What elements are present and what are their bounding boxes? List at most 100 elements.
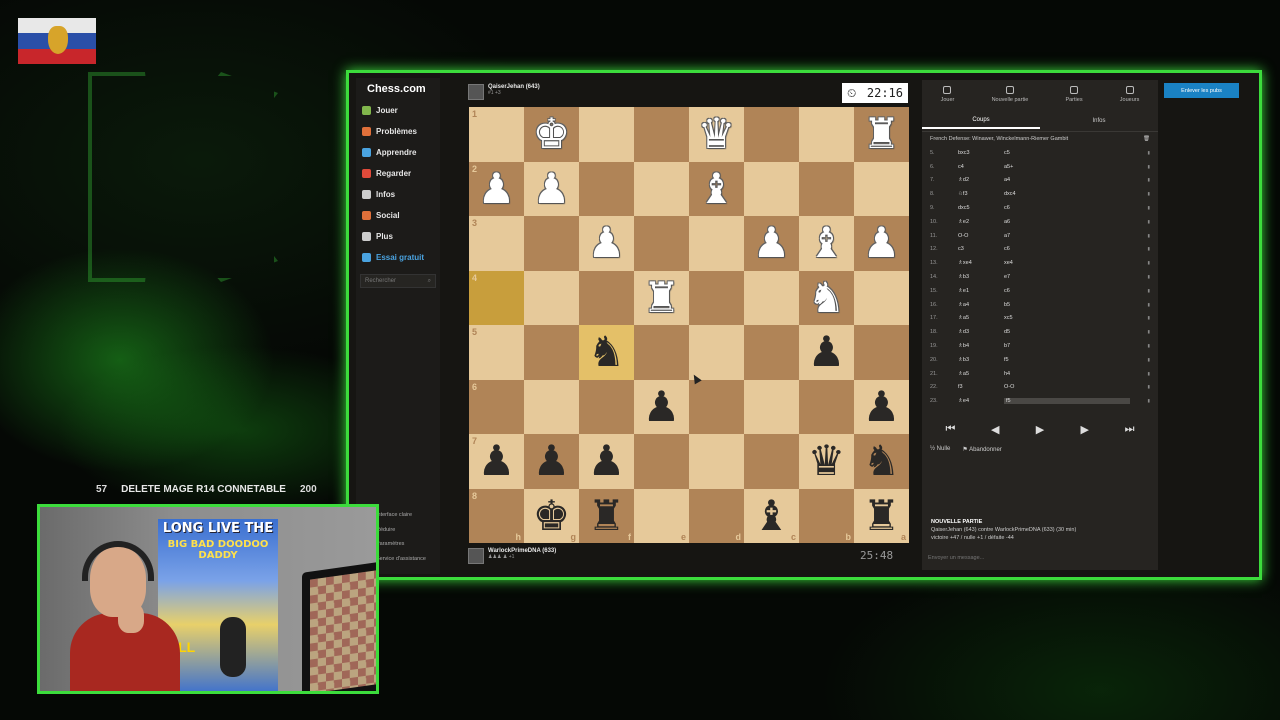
board-square[interactable]: 7 ♟ bbox=[469, 434, 524, 489]
board-square[interactable]: 4 bbox=[469, 270, 524, 325]
black-move[interactable]: f5 bbox=[1004, 357, 1130, 363]
white-move[interactable]: ♗d3 bbox=[958, 329, 1004, 335]
board-square[interactable]: d bbox=[689, 488, 744, 543]
board-square[interactable] bbox=[579, 161, 634, 216]
sidebar-item-news[interactable]: Infos bbox=[356, 184, 440, 205]
board-square[interactable]: 1 bbox=[469, 107, 524, 162]
board-square[interactable] bbox=[634, 107, 689, 162]
board-square[interactable] bbox=[634, 434, 689, 489]
black-move[interactable]: xc5 bbox=[1004, 315, 1130, 321]
white-move[interactable]: f3 bbox=[958, 384, 1004, 390]
black-pawn-icon[interactable]: ♟ bbox=[643, 385, 681, 428]
chesscom-logo[interactable]: Chess.com bbox=[356, 78, 440, 100]
black-knight-icon[interactable]: ♞ bbox=[588, 331, 626, 373]
white-move[interactable]: ♗a4 bbox=[958, 302, 1004, 308]
board-square[interactable]: ♚ bbox=[524, 107, 579, 162]
board-square[interactable]: ♛ bbox=[799, 434, 854, 489]
sidebar-item-more[interactable]: Plus bbox=[356, 226, 440, 247]
board-square[interactable] bbox=[854, 325, 909, 380]
board-square[interactable] bbox=[689, 216, 744, 271]
sidebar-item-learn[interactable]: Apprendre bbox=[356, 142, 440, 163]
board-square[interactable]: 3 bbox=[469, 216, 524, 271]
board-square[interactable]: ♞ bbox=[799, 270, 854, 325]
white-move[interactable]: bxc3 bbox=[958, 150, 1004, 156]
board-square[interactable] bbox=[579, 270, 634, 325]
last-move-button[interactable]: ⏭ bbox=[1114, 420, 1146, 438]
white-move[interactable]: ♗e4 bbox=[958, 398, 1004, 404]
black-move[interactable]: c6 bbox=[1004, 288, 1130, 294]
black-pawn-icon[interactable]: ♟ bbox=[808, 331, 846, 373]
sidebar-item-diamond[interactable]: Essai gratuit bbox=[356, 247, 440, 268]
first-move-button[interactable]: ⏮ bbox=[934, 420, 966, 438]
board-square[interactable]: 5 bbox=[469, 325, 524, 380]
support-link[interactable]: Service d'assistance bbox=[376, 552, 426, 567]
chat-input[interactable]: Envoyer un message... bbox=[928, 555, 984, 561]
black-pawn-icon[interactable]: ♟ bbox=[863, 385, 901, 428]
white-move[interactable]: ♗d2 bbox=[958, 177, 1004, 183]
chess-board[interactable]: 1 ♚ ♛ ♜ 2 ♟ ♟ ♝ 3 ♟ ♟ ♝ ♟ 4 ♜ ♞ 5 ♞ ♟ 6 ♟ ♟ 7 ♟ ♟ ♟ ♛ ♞ 8 h g ♚ f ♜ e d c ♝ b a… bbox=[469, 107, 909, 543]
black-move[interactable]: d5 bbox=[1004, 329, 1130, 335]
black-pawn-icon[interactable]: ♟ bbox=[588, 440, 626, 482]
white-rook-icon[interactable]: ♜ bbox=[643, 276, 681, 319]
trash-icon[interactable]: 🗑 bbox=[1143, 136, 1150, 142]
board-square[interactable] bbox=[744, 434, 799, 489]
white-pawn-icon[interactable]: ♟ bbox=[533, 167, 571, 210]
tab-play[interactable]: Jouer bbox=[941, 86, 954, 110]
board-square[interactable] bbox=[744, 107, 799, 162]
black-pawn-icon[interactable]: ♟ bbox=[533, 440, 571, 482]
board-square[interactable]: c ♝ bbox=[744, 488, 799, 543]
white-move[interactable]: O-O bbox=[958, 233, 1004, 239]
white-move[interactable]: ♗e2 bbox=[958, 219, 1004, 225]
board-square[interactable]: ♟ bbox=[579, 434, 634, 489]
board-square[interactable] bbox=[634, 325, 689, 380]
board-square[interactable]: ♟ bbox=[634, 379, 689, 434]
draw-button[interactable]: ½ Nulle bbox=[930, 446, 950, 453]
white-move[interactable]: ♗b4 bbox=[958, 343, 1004, 349]
white-move[interactable]: ♘f3 bbox=[958, 191, 1004, 197]
white-move[interactable]: ♗b3 bbox=[958, 274, 1004, 280]
board-square[interactable]: ♟ bbox=[524, 434, 579, 489]
board-square[interactable]: 2 ♟ bbox=[469, 161, 524, 216]
board-square[interactable]: ♜ bbox=[634, 270, 689, 325]
board-square[interactable] bbox=[689, 379, 744, 434]
board-square[interactable]: ♜ bbox=[854, 107, 909, 162]
next-move-button[interactable]: ▶ bbox=[1069, 420, 1101, 438]
collapse-link[interactable]: Réduire bbox=[376, 523, 426, 538]
board-square[interactable] bbox=[689, 270, 744, 325]
board-square[interactable]: g ♚ bbox=[524, 488, 579, 543]
board-square[interactable] bbox=[689, 325, 744, 380]
resign-button[interactable]: ⚑ Abandonner bbox=[962, 446, 1001, 453]
board-square[interactable]: ♟ bbox=[744, 216, 799, 271]
board-square[interactable]: ♛ bbox=[689, 107, 744, 162]
board-square[interactable] bbox=[524, 379, 579, 434]
board-square[interactable]: a ♜ bbox=[854, 488, 909, 543]
board-square[interactable] bbox=[524, 325, 579, 380]
white-move[interactable]: ♗xe4 bbox=[958, 260, 1004, 266]
avatar[interactable] bbox=[468, 548, 484, 564]
board-square[interactable]: 6 bbox=[469, 379, 524, 434]
board-square[interactable]: f ♜ bbox=[579, 488, 634, 543]
white-move[interactable]: ♗e1 bbox=[958, 288, 1004, 294]
black-queen-icon[interactable]: ♛ bbox=[808, 440, 846, 482]
board-square[interactable] bbox=[579, 107, 634, 162]
board-square[interactable] bbox=[744, 161, 799, 216]
black-move[interactable]: dxc4 bbox=[1004, 191, 1130, 197]
black-move[interactable]: b5 bbox=[1004, 302, 1130, 308]
black-bishop-icon[interactable]: ♝ bbox=[753, 494, 791, 537]
board-square[interactable]: ♞ bbox=[854, 434, 909, 489]
board-square[interactable]: ♞ bbox=[579, 325, 634, 380]
board-square[interactable] bbox=[634, 161, 689, 216]
white-move[interactable]: ♗a5 bbox=[958, 315, 1004, 321]
black-move[interactable]: c6 bbox=[1004, 205, 1130, 211]
board-square[interactable] bbox=[634, 216, 689, 271]
tab-players[interactable]: Joueurs bbox=[1120, 86, 1139, 110]
black-move[interactable]: f5 bbox=[1004, 398, 1130, 405]
white-queen-icon[interactable]: ♛ bbox=[698, 113, 736, 155]
white-pawn-icon[interactable]: ♟ bbox=[863, 222, 901, 264]
avatar[interactable] bbox=[468, 84, 484, 100]
white-move[interactable]: ♗b3 bbox=[958, 357, 1004, 363]
black-move[interactable]: c6 bbox=[1004, 246, 1130, 252]
board-square[interactable]: ♝ bbox=[799, 216, 854, 271]
board-square[interactable]: ♟ bbox=[799, 325, 854, 380]
board-square[interactable]: 8h bbox=[469, 488, 524, 543]
